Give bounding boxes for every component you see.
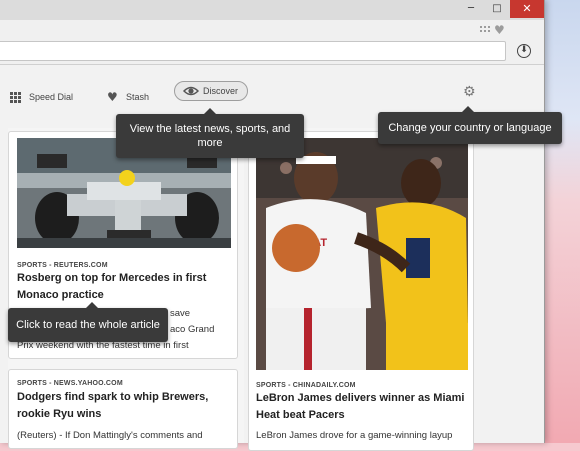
article-source: SPORTS - CHINADAILY.COM xyxy=(256,382,356,389)
gear-icon[interactable]: ⚙ xyxy=(463,84,476,100)
nav-stash-label: Stash xyxy=(126,92,150,102)
minimize-button[interactable]: ─ xyxy=(458,0,484,18)
close-button[interactable]: ✕ xyxy=(510,0,544,18)
tooltip-arrow xyxy=(462,106,474,112)
article-card[interactable]: HEAT SPORTS - CHINADAILY.COM LeBron Jame… xyxy=(248,131,474,451)
tooltip-text: Change your country or language xyxy=(388,122,552,134)
article-headline[interactable]: Rosberg on top for Mercedes in first Mon… xyxy=(17,270,227,304)
article-headline[interactable]: LeBron James delivers winner as Miami He… xyxy=(256,390,468,424)
nav-discover[interactable]: Discover xyxy=(174,81,248,101)
article-source: SPORTS - REUTERS.COM xyxy=(17,262,108,269)
desktop-background-lower xyxy=(540,200,580,443)
title-bar: ─ □ ✕ xyxy=(0,0,544,20)
article-tooltip: Click to read the whole article xyxy=(8,302,168,342)
country-tooltip: Change your country or language xyxy=(378,106,562,144)
article-snippet-fragment: save xyxy=(170,308,191,319)
article-image: HEAT xyxy=(256,138,468,370)
maximize-button[interactable]: □ xyxy=(484,0,510,18)
article-snippet: LeBron James drove for a game-winning la… xyxy=(256,430,453,441)
discover-tooltip: View the latest news, sports, and more xyxy=(116,108,304,158)
article-headline[interactable]: Dodgers find spark to whip Brewers, rook… xyxy=(17,389,229,423)
stash-heart-icon[interactable]: ♥ xyxy=(494,23,505,37)
tooltip-arrow xyxy=(86,302,98,308)
address-input[interactable] xyxy=(0,41,506,61)
article-card[interactable]: SPORTS - NEWS.YAHOO.COM Dodgers find spa… xyxy=(8,369,238,449)
download-icon[interactable]: ⬇ xyxy=(517,44,531,58)
nav-discover-label: Discover xyxy=(203,86,239,96)
desktop-background xyxy=(540,0,580,200)
speed-dial-mini-icon[interactable] xyxy=(480,26,490,35)
tooltip-text: View the latest news, sports, and more xyxy=(129,123,291,149)
article-snippet: (Reuters) - If Don Mattingly's comments … xyxy=(17,430,203,441)
speed-dial-icon xyxy=(10,92,22,103)
article-source: SPORTS - NEWS.YAHOO.COM xyxy=(17,380,123,387)
eye-icon xyxy=(183,86,199,96)
browser-window: ─ □ ✕ ♥ ⬇ Speed Dial ♥ Stash Discover ⚙ … xyxy=(0,0,562,451)
article-snippet-fragment: aco Grand xyxy=(170,324,215,335)
address-bar-area: ♥ xyxy=(0,20,544,65)
tooltip-arrow xyxy=(204,108,216,114)
tooltip-text: Click to read the whole article xyxy=(16,319,160,331)
heart-icon: ♥ xyxy=(107,90,118,104)
nav-speed-dial-label: Speed Dial xyxy=(29,92,74,102)
